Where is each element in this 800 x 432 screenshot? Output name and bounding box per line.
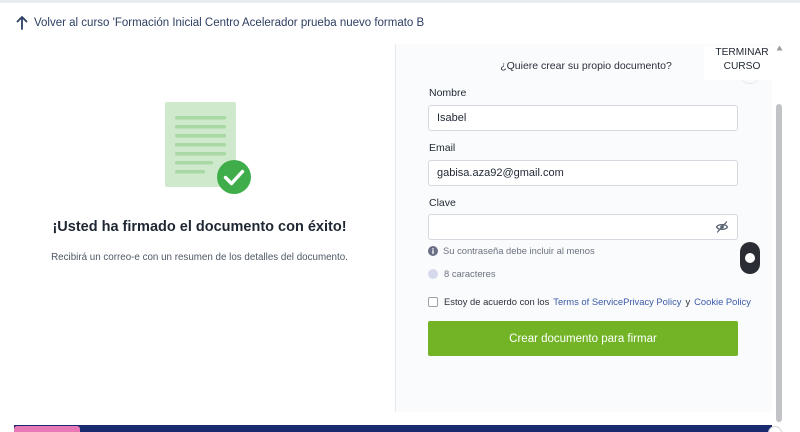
name-label: Nombre — [429, 87, 467, 99]
eye-slash-icon[interactable] — [715, 220, 729, 234]
terminar-line-1: TERMINAR — [715, 47, 769, 58]
page: Volver al curso 'Formación Inicial Centr… — [0, 0, 800, 432]
form-question: ¿Quiere crear su propio documento? — [500, 60, 672, 72]
cookie-policy-link[interactable]: Cookie Policy — [694, 296, 751, 307]
terms-agreement: Estoy de acuerdo con los Terms of Servic… — [428, 296, 751, 307]
top-border — [0, 0, 800, 3]
bottom-badge[interactable] — [14, 426, 80, 432]
email-input[interactable]: gabisa.aza92@gmail.com — [428, 160, 738, 186]
password-requirement: 8 caracteres — [428, 268, 496, 279]
scroll-up-arrow-icon[interactable] — [776, 44, 783, 52]
terms-checkbox[interactable] — [428, 296, 438, 307]
terminar-curso-button[interactable]: TERMINAR CURSO — [704, 46, 780, 80]
name-input[interactable]: Isabel — [428, 105, 738, 131]
terms-and: y — [685, 296, 691, 307]
bottom-bar — [14, 425, 772, 432]
back-to-course-link[interactable]: Volver al curso 'Formación Inicial Centr… — [16, 14, 424, 32]
password-hint: Su contraseña debe incluir al menos — [428, 245, 595, 256]
terminar-line-2: CURSO — [723, 61, 761, 72]
email-label: Email — [429, 142, 456, 154]
record-dot-icon — [745, 253, 755, 263]
back-link-text: Volver al curso 'Formación Inicial Centr… — [34, 17, 425, 29]
bottom-circle-button[interactable] — [768, 426, 782, 432]
terms-of-service-link[interactable]: Terms of Service — [553, 296, 623, 307]
info-icon — [428, 245, 438, 256]
document-success-illustration — [165, 102, 251, 194]
password-requirement-text: 8 caracteres — [444, 268, 496, 279]
password-hint-text: Su contraseña debe incluir al menos — [443, 245, 595, 256]
signup-form-panel: ¿Quiere crear su propio documento? Nombr… — [396, 44, 772, 412]
success-title: ¡Usted ha firmado el documento con éxito… — [52, 219, 347, 235]
password-label: Clave — [429, 197, 456, 209]
success-panel: ¡Usted ha firmado el documento con éxito… — [4, 44, 395, 412]
password-input[interactable] — [428, 214, 738, 240]
success-subtitle: Recibirá un correo-e con un resumen de l… — [51, 252, 348, 263]
requirement-bullet-icon — [428, 268, 438, 279]
terms-prefix: Estoy de acuerdo con los — [444, 296, 550, 307]
create-document-button[interactable]: Crear documento para firmar — [428, 321, 738, 356]
privacy-policy-link[interactable]: Privacy Policy — [623, 296, 681, 307]
scrollbar-thumb[interactable] — [776, 104, 782, 422]
arrow-up-icon — [16, 16, 28, 30]
check-circle-icon — [217, 160, 251, 194]
record-toggle[interactable] — [740, 242, 760, 274]
